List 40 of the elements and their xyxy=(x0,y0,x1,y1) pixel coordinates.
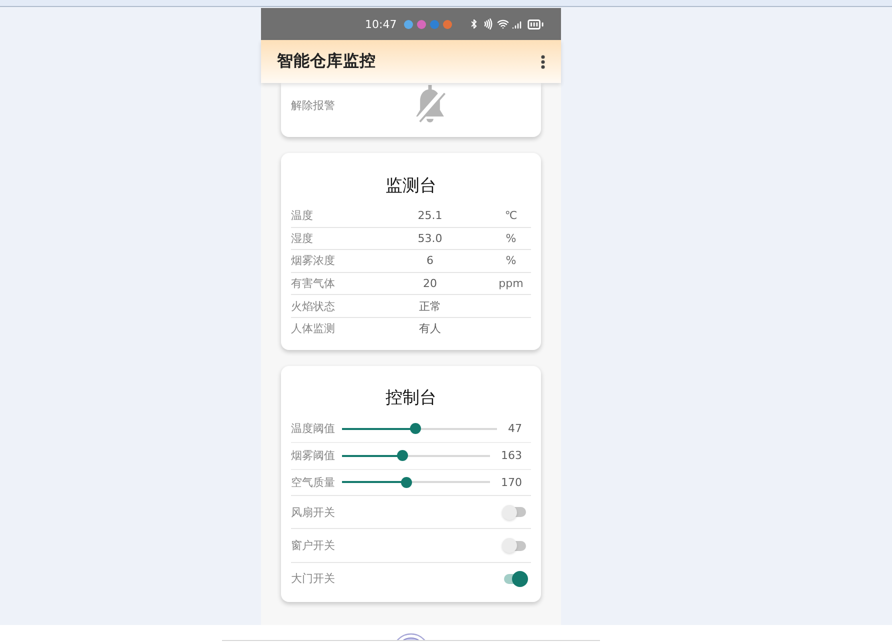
row-unit: ppm xyxy=(498,277,524,290)
slider-value: 47 xyxy=(508,422,523,436)
row-label: 火焰状态 xyxy=(291,298,336,314)
switch-label: 风扇开关 xyxy=(291,504,335,520)
app-title: 智能仓库监控 xyxy=(277,51,376,72)
alarm-label: 解除报警 xyxy=(291,98,336,112)
card-title: 监测台 xyxy=(386,176,436,196)
slider-label: 烟雾阈值 xyxy=(291,448,336,464)
slider-thumb[interactable] xyxy=(396,450,408,462)
slider-value: 170 xyxy=(501,476,523,489)
row-value: 53.0 xyxy=(416,232,444,245)
toggle-switch[interactable] xyxy=(502,538,528,554)
row-label: 烟雾浓度 xyxy=(291,253,336,268)
slider-thumb[interactable] xyxy=(410,423,421,434)
switch-label: 大门开关 xyxy=(291,571,335,586)
row-label: 湿度 xyxy=(291,230,314,246)
row-value: 25.1 xyxy=(416,208,444,222)
more-icon xyxy=(541,54,545,68)
slider-label: 空气质量 xyxy=(291,474,336,490)
row-value: 正常 xyxy=(418,298,442,314)
row-label: 人体监测 xyxy=(291,321,336,336)
slider-value: 163 xyxy=(501,449,523,462)
slider-label: 温度阈值 xyxy=(291,421,336,436)
wifi-icon xyxy=(497,18,509,30)
wave-signal-icon xyxy=(482,18,494,30)
toggle-switch[interactable] xyxy=(502,504,528,520)
status-time: 10:47 xyxy=(365,18,397,30)
card-title: 控制台 xyxy=(386,388,436,408)
row-value: 20 xyxy=(422,277,438,290)
slider-thumb[interactable] xyxy=(400,476,412,488)
row-unit: % xyxy=(504,232,518,245)
row-value: 有人 xyxy=(418,321,442,336)
row-label: 有害气体 xyxy=(291,276,336,292)
toggle-switch[interactable] xyxy=(502,570,528,587)
bluetooth-icon xyxy=(469,19,479,29)
row-unit: % xyxy=(504,254,518,268)
switch-label: 窗户开关 xyxy=(291,538,335,553)
row-value: 6 xyxy=(426,254,434,268)
row-label: 温度 xyxy=(291,208,314,223)
row-unit: ℃ xyxy=(504,208,518,222)
